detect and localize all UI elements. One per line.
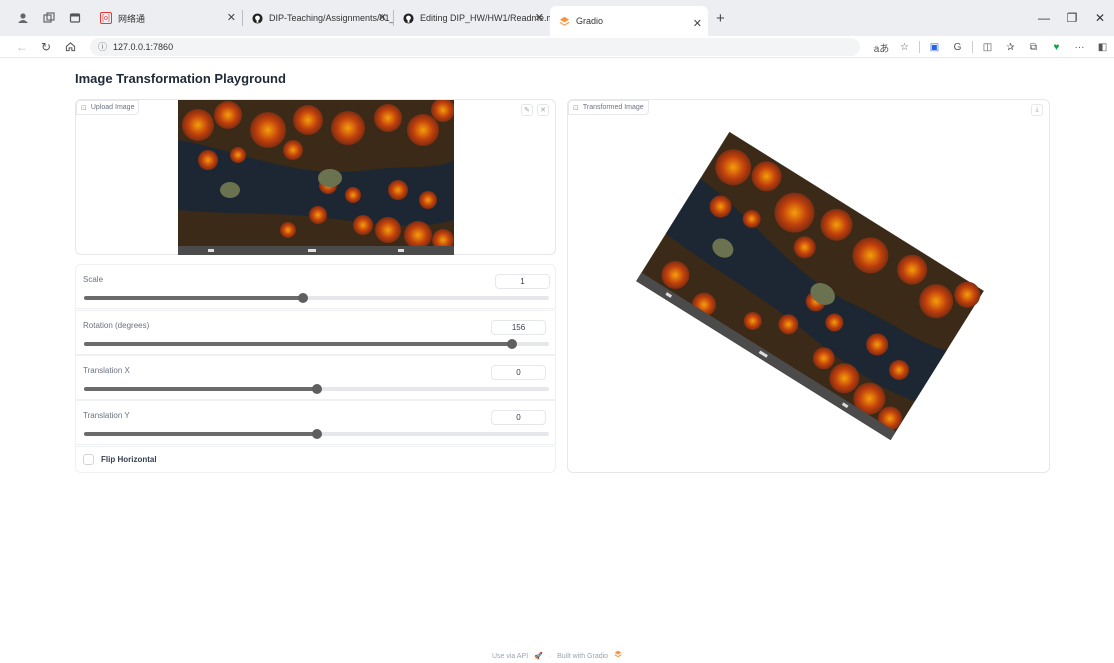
- translation-y-label: Translation Y: [83, 411, 130, 420]
- gradio-favicon-icon: [558, 15, 570, 27]
- close-icon[interactable]: ✕: [378, 11, 387, 24]
- upload-image-panel[interactable]: ⊡ Upload Image ✎ ✕: [75, 99, 556, 255]
- tab-network[interactable]: [o] 网络通 ✕: [92, 0, 242, 36]
- toolbar-divider: [972, 41, 973, 53]
- tab-title: Editing DIP_HW/HW1/Readme.m: [420, 13, 550, 23]
- rocket-icon: 🚀: [534, 653, 543, 660]
- copilot-icon[interactable]: G: [946, 42, 969, 53]
- transformed-image-panel: ⊡ Transformed Image ⤓: [567, 99, 1050, 473]
- tab-editing-readme[interactable]: Editing DIP_HW/HW1/Readme.m ✕: [394, 0, 550, 36]
- translation-y-slider-block: Translation Y 0: [75, 400, 556, 445]
- close-icon[interactable]: ✕: [693, 17, 702, 30]
- home-icon[interactable]: [58, 41, 82, 52]
- close-icon[interactable]: ✕: [535, 11, 544, 24]
- favorites-icon[interactable]: ✰: [999, 42, 1022, 53]
- rotation-label: Rotation (degrees): [83, 321, 150, 330]
- close-icon[interactable]: ✕: [227, 11, 236, 24]
- url-field[interactable]: ⓘ 127.0.0.1:7860: [90, 37, 860, 56]
- rotation-slider-block: Rotation (degrees) 156: [75, 310, 556, 355]
- tab-gradio[interactable]: Gradio ✕: [550, 6, 708, 36]
- scale-slider-block: Scale 1: [75, 264, 556, 309]
- translation-x-label: Translation X: [83, 366, 130, 375]
- profile-icon[interactable]: [12, 7, 34, 29]
- address-bar: ← ↻ ⓘ 127.0.0.1:7860 aあ ☆ ▣ G ◫ ✰ ⧉ ♥ ··…: [0, 36, 1114, 58]
- rotation-slider-thumb[interactable]: [506, 339, 517, 349]
- translation-x-slider-block: Translation X 0: [75, 355, 556, 400]
- rotation-slider-fill: [84, 342, 512, 346]
- translation-y-slider[interactable]: [84, 429, 549, 439]
- tab-title: Gradio: [576, 16, 604, 26]
- flip-horizontal-checkbox[interactable]: [83, 454, 94, 465]
- footer: Use via API 🚀 · Built with Gradio: [0, 650, 1114, 660]
- page-title: Image Transformation Playground: [75, 71, 286, 86]
- translation-y-slider-thumb[interactable]: [311, 429, 322, 439]
- info-icon[interactable]: ⓘ: [98, 40, 107, 53]
- uploaded-image: [178, 100, 454, 255]
- collections-icon[interactable]: ⧉: [1022, 42, 1045, 53]
- gradio-logo-icon: [614, 650, 622, 660]
- upload-tools: ✎ ✕: [521, 104, 549, 116]
- scale-slider-thumb[interactable]: [297, 293, 308, 303]
- github-icon: [251, 12, 263, 24]
- translation-x-slider-fill: [84, 387, 317, 391]
- transformed-image: [636, 131, 984, 441]
- refresh-icon[interactable]: ↻: [34, 40, 58, 54]
- clear-icon[interactable]: ✕: [537, 104, 549, 116]
- scale-number-input[interactable]: 1: [495, 274, 550, 289]
- flip-horizontal-row: Flip Horizontal: [75, 446, 556, 473]
- tab-title: DIP-Teaching/Assignments/01_Im: [269, 13, 393, 23]
- toolbar-divider: [919, 41, 920, 53]
- edit-icon[interactable]: ✎: [521, 104, 533, 116]
- translation-x-number-input[interactable]: 0: [491, 365, 546, 380]
- footer-separator: ·: [548, 653, 552, 660]
- network-favicon-icon: [o]: [100, 12, 112, 24]
- browser-essentials-icon[interactable]: ♥: [1045, 42, 1068, 53]
- tab-dip-teaching[interactable]: DIP-Teaching/Assignments/01_Im ✕: [243, 0, 393, 36]
- translation-y-number-input[interactable]: 0: [491, 410, 546, 425]
- image-icon: ⊡: [81, 104, 87, 112]
- scale-label: Scale: [83, 275, 104, 284]
- translation-x-slider[interactable]: [84, 384, 549, 394]
- flip-horizontal-label: Flip Horizontal: [101, 455, 157, 464]
- browser-toolbar: aあ ☆ ▣ G ◫ ✰ ⧉ ♥ ··· ◧: [870, 36, 1114, 58]
- extension-icon[interactable]: ▣: [923, 42, 946, 53]
- tab-bar: [o] 网络通 ✕ DIP-Teaching/Assignments/01_Im…: [0, 0, 1114, 36]
- translation-y-slider-fill: [84, 432, 317, 436]
- more-menu-icon[interactable]: ···: [1068, 42, 1091, 53]
- new-tab-button[interactable]: +: [716, 10, 725, 27]
- use-via-api-link[interactable]: Use via API: [492, 653, 528, 660]
- scale-slider-fill: [84, 296, 303, 300]
- read-aloud-icon[interactable]: aあ: [870, 40, 893, 55]
- upload-image-label: ⊡ Upload Image: [76, 100, 140, 115]
- translation-x-slider-thumb[interactable]: [311, 384, 322, 394]
- tab-actions-icon[interactable]: [64, 7, 86, 29]
- rotation-slider[interactable]: [84, 339, 549, 349]
- split-screen-icon[interactable]: ◫: [976, 42, 999, 53]
- url-text: 127.0.0.1:7860: [113, 41, 174, 52]
- favorite-star-icon[interactable]: ☆: [893, 42, 916, 53]
- minimize-icon[interactable]: —: [1030, 0, 1058, 36]
- workspaces-icon[interactable]: [38, 7, 60, 29]
- github-icon: [402, 12, 414, 24]
- window-close-icon[interactable]: ✕: [1086, 0, 1114, 36]
- rotation-number-input[interactable]: 156: [491, 320, 546, 335]
- built-with-gradio-link[interactable]: Built with Gradio: [557, 653, 608, 660]
- restore-icon[interactable]: ❐: [1058, 0, 1086, 36]
- tab-title: 网络通: [118, 13, 146, 24]
- sidebar-toggle-icon[interactable]: ◧: [1091, 42, 1114, 53]
- scale-slider[interactable]: [84, 293, 549, 303]
- back-arrow-icon[interactable]: ←: [10, 40, 34, 54]
